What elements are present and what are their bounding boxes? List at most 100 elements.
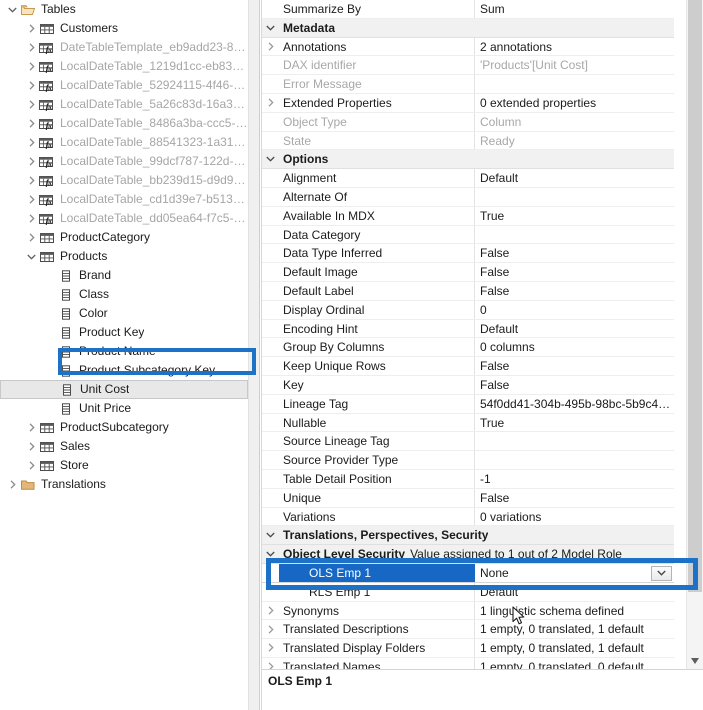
chevron-down-icon[interactable] [6,0,19,19]
property-value[interactable]: Default [475,320,674,338]
property-value[interactable]: 0 columns [475,338,674,356]
tree-item[interactable]: Store [0,456,248,475]
chevron-down-icon[interactable] [25,247,38,266]
tree-item[interactable]: Customers [0,19,248,38]
property-value[interactable]: False [475,376,674,394]
properties-grid-scroll-area[interactable]: Summarize By Sum Metadata Annotations 2 anno… [262,0,674,669]
chevron-right-icon[interactable] [25,133,38,152]
chevron-right-icon[interactable] [25,95,38,114]
property-row[interactable]: Source Provider Type [262,451,674,470]
tree-item[interactable]: fx LocalDateTable_5a26c83d-16a3-4... [0,95,248,114]
tree-item[interactable]: fx LocalDateTable_cd1d39e7-b513-4... [0,190,248,209]
chevron-right-icon[interactable] [25,171,38,190]
property-row[interactable]: Unique False [262,488,674,508]
property-value[interactable]: Value assigned to 1 out of 2 Model Role [405,545,674,563]
property-value[interactable]: Ready [475,132,674,150]
chevron-right-icon[interactable] [262,94,279,112]
property-row[interactable]: Translated Display Folders 1 empty, 0 tra… [262,639,674,658]
property-row[interactable]: Default Label False [262,281,674,301]
chevron-down-icon[interactable] [262,19,279,37]
chevron-right-icon[interactable] [25,19,38,38]
property-value[interactable]: True [475,414,674,432]
property-row[interactable]: Object Type Column [262,112,674,132]
tree-item[interactable]: Tables [0,0,248,19]
model-tree-pane[interactable]: Tables Customers fx DateTableTemplate_eb9ad… [0,0,248,710]
property-row[interactable]: Group By Columns 0 columns [262,338,674,358]
property-row[interactable]: Nullable True [262,413,674,433]
chevron-right-icon[interactable] [262,38,279,56]
chevron-right-icon[interactable] [25,456,38,475]
chevron-right-icon[interactable] [262,658,279,669]
property-value[interactable]: 'Products'[Unit Cost] [475,56,674,74]
tree-item[interactable]: Sales [0,437,248,456]
property-row-selected[interactable]: OLS Emp 1 None [262,563,674,583]
scrollbar-down-arrow-icon[interactable] [687,652,703,669]
tree-item[interactable]: Class [0,285,248,304]
dropdown-chevron-down-icon[interactable] [651,565,672,581]
property-row[interactable]: Alignment Default [262,169,674,188]
property-row[interactable]: Summarize By Sum [262,0,674,19]
property-category-row[interactable]: Metadata [262,18,674,38]
property-value[interactable]: False [475,282,674,300]
property-category-row[interactable]: Translations, Perspectives, Security [262,526,674,546]
chevron-right-icon[interactable] [25,437,38,456]
chevron-right-icon[interactable] [25,57,38,76]
chevron-right-icon[interactable] [262,639,279,657]
property-value[interactable]: Default [475,169,674,187]
property-value[interactable]: Default [475,583,674,601]
tree-item[interactable]: Products [0,247,248,266]
property-row[interactable]: Translated Descriptions 1 empty, 0 transl… [262,620,674,640]
tree-item[interactable]: Product Subcategory Key [0,361,248,380]
property-row[interactable]: Variations 0 variations [262,507,674,527]
tree-item[interactable]: fx DateTableTemplate_eb9add23-8e... [0,38,248,57]
chevron-right-icon[interactable] [25,76,38,95]
property-row[interactable]: Default Image False [262,263,674,282]
chevron-down-icon[interactable] [262,526,279,544]
property-row[interactable]: Table Detail Position -1 [262,469,674,489]
tree-item[interactable]: ProductCategory [0,228,248,247]
tree-item[interactable]: fx LocalDateTable_88541323-1a31-4... [0,133,248,152]
property-value[interactable]: False [475,357,674,375]
property-row[interactable]: Alternate Of [262,187,674,207]
property-row[interactable]: Annotations 2 annotations [262,37,674,57]
tree-item[interactable]: ProductSubcategory [0,418,248,437]
property-value[interactable] [475,226,674,244]
property-row[interactable]: Key False [262,375,674,395]
property-value[interactable]: 0 variations [475,508,674,526]
chevron-right-icon[interactable] [262,620,279,638]
chevron-right-icon[interactable] [25,418,38,437]
property-row[interactable]: Encoding Hint Default [262,319,674,339]
property-value[interactable]: Column [475,113,674,131]
property-row[interactable]: Extended Properties 0 extended properties [262,93,674,113]
property-value[interactable]: -1 [475,470,674,488]
property-value[interactable]: 1 empty, 0 translated, 0 default [475,658,674,669]
property-value[interactable]: 1 linguistic schema defined [475,602,674,620]
chevron-down-icon[interactable] [262,150,279,168]
property-category-row[interactable]: Object Level Security Value assigned to 1… [262,545,674,564]
chevron-right-icon[interactable] [25,228,38,247]
property-value[interactable]: 0 extended properties [475,94,674,112]
chevron-right-icon[interactable] [25,38,38,57]
tree-item[interactable]: Brand [0,266,248,285]
model-tree[interactable]: Tables Customers fx DateTableTemplate_eb9ad… [0,0,248,494]
property-value[interactable] [335,19,674,37]
tree-item[interactable]: fx LocalDateTable_99dcf787-122d-4... [0,152,248,171]
tree-item[interactable]: fx LocalDateTable_52924115-4f46-42... [0,76,248,95]
property-category-row[interactable]: Options [262,150,674,170]
property-row[interactable]: Translated Names 1 empty, 0 translated, 0… [262,657,674,669]
tree-item[interactable]: Color [0,304,248,323]
property-value[interactable]: 54f0dd41-304b-495b-98bc-5b9c4205d2( [475,395,674,413]
property-row[interactable]: Error Message [262,75,674,94]
property-value[interactable]: False [475,263,674,281]
property-value[interactable]: False [475,489,674,507]
property-value[interactable]: 1 empty, 0 translated, 1 default [475,620,674,638]
chevron-right-icon[interactable] [25,114,38,133]
property-value[interactable] [475,451,674,469]
tree-item-selected[interactable]: Unit Cost [0,380,248,399]
chevron-down-icon[interactable] [262,545,279,563]
property-row[interactable]: Lineage Tag 54f0dd41-304b-495b-98bc-5b9c4… [262,394,674,414]
tree-item[interactable]: Unit Price [0,399,248,418]
property-row[interactable]: Data Category [262,225,674,245]
tree-item[interactable]: fx LocalDateTable_dd05ea64-f7c5-4... [0,209,248,228]
property-value[interactable] [475,188,674,206]
